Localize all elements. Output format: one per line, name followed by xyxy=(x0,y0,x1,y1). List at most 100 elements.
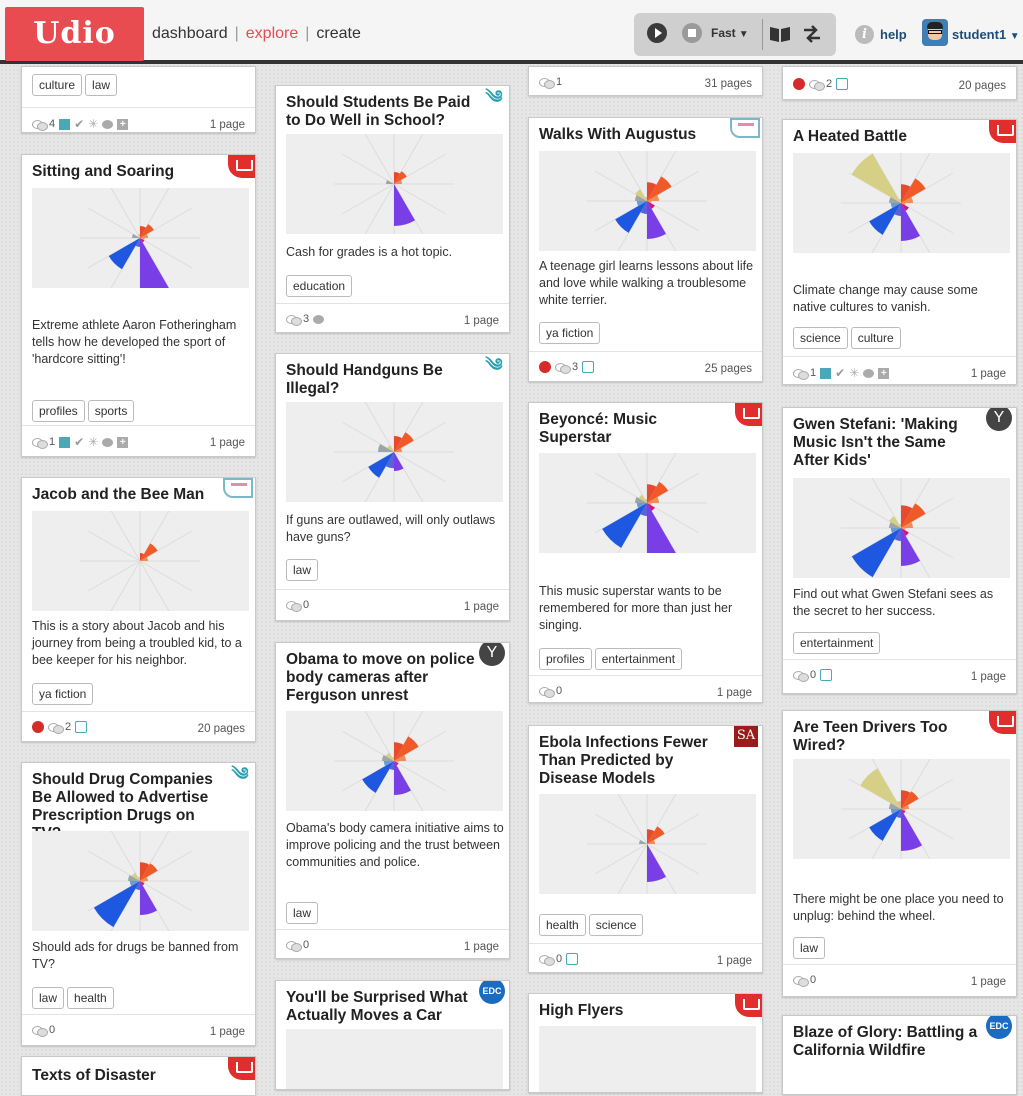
card-title[interactable]: High Flyers xyxy=(539,1002,729,1020)
rose-chart[interactable] xyxy=(793,143,1010,263)
rose-chart[interactable] xyxy=(539,141,756,261)
plus-icon[interactable]: + xyxy=(878,367,890,379)
rose-chart[interactable] xyxy=(286,1029,503,1089)
story-card[interactable]: 2 20 pages xyxy=(782,66,1017,100)
checkbox-icon[interactable] xyxy=(836,78,849,90)
card-title[interactable]: Texts of Disaster xyxy=(32,1067,222,1085)
comments-icon[interactable] xyxy=(555,362,571,374)
card-title[interactable]: Walks With Augustus xyxy=(539,126,729,144)
story-card[interactable]: A Heated Battle Climate change may cause … xyxy=(782,119,1017,385)
open-book-icon[interactable] xyxy=(769,25,791,43)
comments-icon[interactable] xyxy=(32,437,48,449)
nav-explore[interactable]: explore xyxy=(246,25,298,42)
story-card[interactable]: Walks With Augustus A teenage girl learns… xyxy=(528,117,763,382)
nav-dashboard[interactable]: dashboard xyxy=(152,25,228,42)
stop-icon[interactable] xyxy=(682,23,702,43)
tag-chip[interactable]: health xyxy=(539,914,586,936)
rose-chart[interactable] xyxy=(793,749,1010,869)
card-title[interactable]: Obama to move on police body cameras aft… xyxy=(286,651,476,705)
tag-chip[interactable]: culture xyxy=(32,74,83,96)
card-title[interactable]: Blaze of Glory: Battling a California Wi… xyxy=(793,1024,983,1060)
checkbox-icon[interactable] xyxy=(582,361,595,373)
story-card[interactable]: EDC Blaze of Glory: Battling a California… xyxy=(782,1015,1017,1095)
rose-chart[interactable] xyxy=(539,784,756,904)
help-link[interactable]: help xyxy=(880,27,907,42)
tag-chip[interactable]: ya fiction xyxy=(539,322,601,344)
rose-chart[interactable] xyxy=(32,501,249,621)
card-title[interactable]: Should Handguns Be Illegal? xyxy=(286,362,476,398)
tag-chip[interactable]: sports xyxy=(87,400,135,422)
tag-chip[interactable]: health xyxy=(67,987,114,1009)
comments-icon[interactable] xyxy=(48,722,64,734)
checkbox-icon[interactable] xyxy=(820,669,833,681)
story-card[interactable]: Texts of Disaster xyxy=(21,1056,256,1096)
tag-chip[interactable]: law xyxy=(286,902,319,924)
play-icon[interactable] xyxy=(647,23,667,43)
tag-chip[interactable]: law xyxy=(85,74,118,96)
info-icon[interactable]: i xyxy=(855,25,874,44)
rose-chart[interactable] xyxy=(32,178,249,306)
udio-logo[interactable]: Udio xyxy=(5,7,144,61)
story-card[interactable]: ༄ Should Drug Companies Be Allowed to Adv… xyxy=(21,762,256,1046)
tag-chip[interactable]: profiles xyxy=(32,400,85,422)
rose-chart[interactable] xyxy=(286,392,503,512)
comments-icon[interactable] xyxy=(32,1025,48,1037)
story-card[interactable]: 1 31 pages xyxy=(528,66,763,96)
story-card[interactable]: High Flyers xyxy=(528,993,763,1093)
tag-chip[interactable]: law xyxy=(286,559,319,581)
tag-chip[interactable]: culture xyxy=(850,327,901,349)
comments-icon[interactable] xyxy=(793,670,809,682)
comments-icon[interactable] xyxy=(539,77,555,89)
card-title[interactable]: Beyoncé: Music Superstar xyxy=(539,411,729,447)
story-card[interactable]: ༄ Should Handguns Be Illegal? If guns are … xyxy=(275,353,510,621)
story-card[interactable]: Jacob and the Bee Man This is a story abo… xyxy=(21,477,256,742)
speed-dropdown[interactable]: Fast ▼ xyxy=(711,26,749,40)
comments-icon[interactable] xyxy=(539,954,555,966)
comments-icon[interactable] xyxy=(793,975,809,987)
tag-chip[interactable]: entertainment xyxy=(793,632,881,654)
tag-chip[interactable]: science xyxy=(588,914,644,936)
story-card[interactable]: SA Ebola Infections Fewer Than Predicted … xyxy=(528,725,763,973)
swap-arrows-icon[interactable] xyxy=(802,25,822,43)
story-card[interactable]: Beyoncé: Music Superstar This music super… xyxy=(528,402,763,703)
story-card[interactable]: culture law 4 ✔ ✳ +1 page xyxy=(21,66,256,133)
comments-icon[interactable] xyxy=(793,368,809,380)
tag-chip[interactable]: law xyxy=(793,937,826,959)
rose-chart[interactable] xyxy=(32,821,249,941)
card-title[interactable]: Gwen Stefani: 'Making Music Isn't the Sa… xyxy=(793,416,983,470)
card-title[interactable]: Sitting and Soaring xyxy=(32,163,222,181)
plus-icon[interactable]: + xyxy=(117,118,129,130)
rose-chart[interactable] xyxy=(539,443,756,573)
card-title[interactable]: A Heated Battle xyxy=(793,128,983,146)
story-card[interactable]: Y Obama to move on police body cameras af… xyxy=(275,642,510,959)
user-menu[interactable]: student1 ▼ xyxy=(952,27,1020,42)
rose-chart[interactable] xyxy=(539,1026,756,1092)
comments-icon[interactable] xyxy=(32,119,48,131)
story-card[interactable]: EDC You'll be Surprised What Actually Mov… xyxy=(275,980,510,1090)
tag-chip[interactable]: law xyxy=(32,987,65,1009)
card-title[interactable]: You'll be Surprised What Actually Moves … xyxy=(286,989,476,1025)
rose-chart[interactable] xyxy=(286,701,503,821)
nav-create[interactable]: create xyxy=(316,25,360,42)
comments-icon[interactable] xyxy=(539,686,555,698)
checkbox-icon[interactable] xyxy=(566,953,579,965)
story-card[interactable]: Are Teen Drivers Too Wired? There might b… xyxy=(782,710,1017,997)
rose-chart[interactable] xyxy=(286,124,503,244)
comments-icon[interactable] xyxy=(286,600,302,612)
story-card[interactable]: ༄ Should Students Be Paid to Do Well in S… xyxy=(275,85,510,333)
card-title[interactable]: Are Teen Drivers Too Wired? xyxy=(793,719,983,755)
plus-icon[interactable]: + xyxy=(117,436,129,448)
checkbox-icon[interactable] xyxy=(75,721,88,733)
rose-chart[interactable] xyxy=(793,468,1010,588)
card-title[interactable]: Jacob and the Bee Man xyxy=(32,486,222,504)
card-title[interactable]: Ebola Infections Fewer Than Predicted by… xyxy=(539,734,729,788)
tag-chip[interactable]: ya fiction xyxy=(32,683,94,705)
tag-chip[interactable]: entertainment xyxy=(594,648,683,670)
card-title[interactable]: Should Students Be Paid to Do Well in Sc… xyxy=(286,94,476,130)
comments-icon[interactable] xyxy=(809,79,825,91)
comments-icon[interactable] xyxy=(286,940,302,952)
tag-chip[interactable]: education xyxy=(286,275,353,297)
story-card[interactable]: Y Gwen Stefani: 'Making Music Isn't the S… xyxy=(782,407,1017,694)
tag-chip[interactable]: profiles xyxy=(539,648,592,670)
tag-chip[interactable]: science xyxy=(793,327,848,349)
